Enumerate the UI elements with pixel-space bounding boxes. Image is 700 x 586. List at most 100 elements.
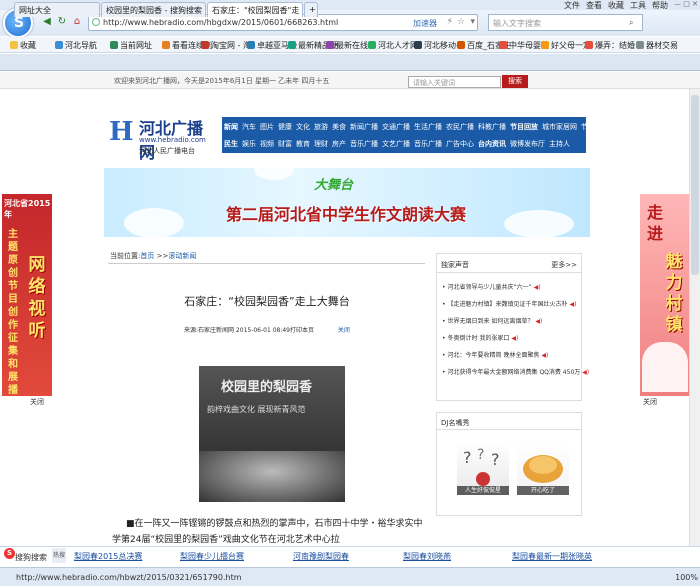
nav-link[interactable]: 汽车 [242, 123, 256, 131]
site-search-input[interactable]: 请输入关键词 [408, 76, 501, 88]
hot-link[interactable]: 梨园春2015总决赛 [74, 551, 142, 562]
tab-article[interactable]: 石家庄："校园梨园香"走 [207, 2, 303, 17]
left-ad-close-button[interactable]: 关闭 [30, 397, 44, 407]
nav-link[interactable]: 微博发布厅 [510, 140, 545, 148]
site-nav: 新闻 汽车 图片 健康 文化 旅游 美食 新闻广播 交通广播 生活广播 农民广播 科教广播 节目回放 城市… [222, 117, 602, 153]
nav-link[interactable]: 农民广播 [446, 123, 474, 131]
sidebar-item[interactable]: • 世界无烟日到来 如何远离烟草？ ◀) [442, 315, 589, 332]
favorite-item[interactable]: 淘宝网 - 淘 [201, 40, 251, 51]
left-float-ad[interactable]: 河北省2015年 主题原创节目创作征集和展播 网络视听 [2, 194, 52, 396]
right-ad-vertical: 走进 [646, 203, 663, 243]
favorite-item[interactable]: 爆弄：结婚 [585, 40, 635, 51]
nav-link[interactable]: 城市家居网 [542, 123, 577, 131]
nav-link[interactable]: 新闻 [224, 123, 238, 131]
speaker-icon: ◀) [539, 352, 549, 359]
nav-link[interactable]: 节目表 [581, 123, 602, 131]
favorite-item[interactable]: 收藏 [10, 40, 36, 51]
favorite-item[interactable]: 河北人才网 [368, 40, 418, 51]
nav-link[interactable]: 科教广播 [478, 123, 506, 131]
address-input[interactable]: http://www.hebradio.com/hbgdxw/2015/0601… [103, 18, 338, 27]
refresh-icon[interactable]: ↻ [55, 15, 69, 29]
bullet-icon: • [442, 369, 446, 376]
nav-link[interactable]: 健康 [278, 123, 292, 131]
back-icon[interactable]: ◀ [40, 15, 54, 29]
nav-link[interactable]: 图片 [260, 123, 274, 131]
nav-link[interactable]: 教育 [296, 140, 310, 148]
nav-link[interactable]: 主持人 [549, 140, 570, 148]
search-icon[interactable]: ⌕ [629, 18, 633, 28]
contest-banner[interactable]: 大舞台 第二届河北省中学生作文朗读大赛 [104, 168, 590, 237]
favorite-icon [368, 41, 376, 49]
sidebar-item-label: 冬奥倒计时 我的张家口 [447, 335, 510, 342]
dumplings-icon [523, 455, 563, 483]
nav-link[interactable]: 视频 [260, 140, 274, 148]
right-ad-close-button[interactable]: 关闭 [643, 397, 657, 407]
nav-link[interactable]: 新闻广播 [350, 123, 378, 131]
sidebar-item[interactable]: • 河北获得今年最大金额网络消费集 QQ消费 450万 ◀) [442, 366, 589, 383]
sidebar-item-label: 河北省领导与少儿童共庆“六一” [447, 284, 532, 291]
nav-link[interactable]: 台内资讯 [478, 140, 506, 148]
hebradio-logo-icon: H [109, 117, 134, 147]
hot-link[interactable]: 梨园春最新一期张晓英 [512, 551, 592, 562]
window-controls[interactable]: — □ ✕ [674, 0, 698, 8]
nav-link[interactable]: 广告中心 [446, 140, 474, 148]
site-logo[interactable]: H 河北广播网 www.hebradio.com 河北人民广播电台 [107, 113, 217, 162]
banner-logo: 大舞台 [314, 178, 354, 193]
nav-link[interactable]: 娱乐 [242, 140, 256, 148]
hot-link[interactable]: 梨园春刘晓燕 [403, 551, 451, 562]
favorite-icon [585, 41, 593, 49]
favorite-item[interactable]: 河北导航 [55, 40, 97, 51]
sidebar-item[interactable]: • 【走进魅力村镇】来魏镇见证千年国灶火古朴 ◀) [442, 298, 589, 315]
zoom-level[interactable]: 100% [675, 573, 698, 582]
nav-link[interactable]: 美食 [332, 123, 346, 131]
search-input[interactable]: 输入文字搜索 [493, 18, 541, 29]
favorite-item[interactable]: 当前网址 [110, 40, 152, 51]
nav-link[interactable]: 生活广播 [414, 123, 442, 131]
nav-link[interactable]: 旅游 [314, 123, 328, 131]
dj-tile-1[interactable]: ??? 人生好侃侃星 [457, 443, 509, 495]
hot-link[interactable]: 河南豫剧梨园春 [293, 551, 349, 562]
sidebar-more-link[interactable]: 更多>> [551, 260, 577, 270]
page-scrollbar[interactable] [689, 89, 700, 546]
sidebar-item[interactable]: • 河北：今年要收精简 晚林全面聚焦 ◀) [442, 349, 589, 366]
dropdown-icon[interactable]: ▾ [470, 17, 475, 27]
breadcrumb-home[interactable]: 首页 [140, 252, 154, 260]
sogou-search-label[interactable]: 搜狗搜索 [15, 552, 47, 563]
sidebar-item[interactable]: • 冬奥倒计时 我的张家口 ◀) [442, 332, 589, 349]
nav-link[interactable]: 节目回放 [510, 123, 538, 131]
hot-link[interactable]: 梨园春少儿擂台赛 [180, 551, 244, 562]
nav-link[interactable]: 音乐广播 [350, 140, 378, 148]
star-icon[interactable]: ☆ [457, 17, 465, 27]
breadcrumb-section[interactable]: 滚动新闻 [168, 252, 196, 260]
accelerator-button[interactable]: 加速器 [413, 18, 437, 29]
speaker-icon: ◀) [509, 335, 519, 342]
new-tab-button[interactable]: + [304, 2, 318, 17]
home-icon[interactable]: ⌂ [70, 15, 84, 29]
tab-home[interactable]: 网址大全 [14, 2, 100, 17]
dj-tile-2-caption: 开心吃了 [517, 486, 569, 495]
site-search-button[interactable]: 搜索 [502, 75, 528, 88]
lightning-icon[interactable]: ⚡ [447, 17, 453, 27]
right-float-ad[interactable]: 走进 魅力村镇 [640, 194, 690, 396]
favorite-item[interactable]: 好父母一定 [541, 40, 591, 51]
sidebar-item[interactable]: • 河北省领导与少儿童共庆“六一” ◀) [442, 281, 589, 298]
article-close-link[interactable]: 关闭 [338, 327, 350, 334]
scrollbar-thumb[interactable] [691, 95, 699, 275]
nav-link[interactable]: 音乐广播 [414, 140, 442, 148]
nav-link[interactable]: 财富 [278, 140, 292, 148]
dj-tile-2[interactable]: 开心吃了 [517, 443, 569, 495]
nav-link[interactable]: 理财 [314, 140, 328, 148]
search-box[interactable]: 输入文字搜索 ⌕ [488, 14, 643, 31]
tab-search[interactable]: 校园里的梨园香 - 搜狗搜索 [101, 2, 206, 17]
nav-link[interactable]: 民生 [224, 140, 238, 148]
favorite-icon [247, 41, 255, 49]
favorite-icon [110, 41, 118, 49]
svg-text:?: ? [477, 447, 484, 463]
favorite-label: 器材交易 [646, 41, 678, 50]
favorite-item[interactable]: 器材交易 [636, 40, 678, 51]
nav-link[interactable]: 文化 [296, 123, 310, 131]
nav-link[interactable]: 房产 [332, 140, 346, 148]
nav-link[interactable]: 交通广播 [382, 123, 410, 131]
article-photo[interactable]: 校园里的梨园香 韵梓戏曲文化 展现新青风范 [199, 366, 345, 502]
nav-link[interactable]: 文艺广播 [382, 140, 410, 148]
